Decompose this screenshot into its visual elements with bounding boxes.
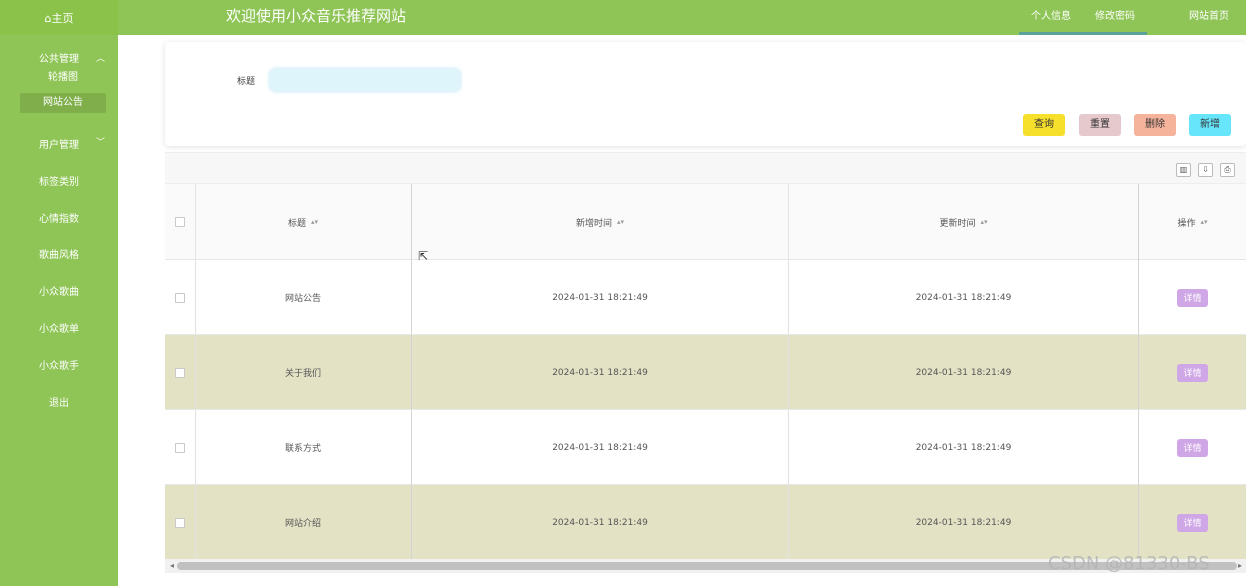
column-header-updated[interactable]: 更新时间 ▴▾ bbox=[789, 184, 1138, 260]
sort-icon[interactable]: ▴▾ bbox=[617, 218, 624, 226]
sidebar-item-niche-singers[interactable]: 小众歌手 bbox=[0, 357, 118, 372]
column-divider bbox=[788, 184, 789, 560]
sidebar-item-song-style[interactable]: 歌曲风格 bbox=[0, 246, 118, 261]
profile-link[interactable]: 个人信息 bbox=[1031, 0, 1071, 35]
table-toolbar: ▥ ⇩ ⎙ bbox=[165, 153, 1246, 184]
export-icon[interactable]: ⇩ bbox=[1198, 163, 1213, 177]
row-checkbox[interactable] bbox=[175, 442, 185, 453]
cell-title: 联系方式 bbox=[284, 444, 321, 454]
cell-created: 2024-01-31 18:21:49 bbox=[552, 367, 648, 378]
sidebar-item-niche-playlists[interactable]: 小众歌单 bbox=[0, 320, 118, 335]
column-divider bbox=[195, 184, 196, 560]
watermark: CSDN @81330-BS bbox=[1048, 553, 1210, 574]
row-checkbox[interactable] bbox=[175, 292, 185, 303]
sidebar: 公共管理 ︿ 轮播图 网站公告 用户管理 ﹀ 标签类别 心情指数 歌曲风格 小众… bbox=[0, 35, 118, 586]
select-all-checkbox-cell bbox=[165, 184, 195, 260]
cell-title: 网站介绍 bbox=[284, 519, 321, 529]
column-header-label: 更新时间 bbox=[939, 218, 976, 229]
site-title: 欢迎使用小众音乐推荐网站 bbox=[226, 7, 407, 25]
column-header-actions[interactable]: 操作 ▴▾ bbox=[1139, 184, 1246, 260]
row-checkbox-cell bbox=[165, 260, 195, 335]
detail-button[interactable]: 详情 bbox=[1177, 438, 1208, 457]
cell-actions: 详情 bbox=[1139, 335, 1246, 410]
cell-updated: 2024-01-31 18:21:49 bbox=[915, 517, 1012, 528]
chevron-up-icon: ︿ bbox=[96, 54, 106, 64]
sidebar-sub-notice[interactable]: 网站公告 bbox=[20, 93, 106, 113]
table-header: 标题 ▴▾ 新增时间 ▴▾ 更新时间 ▴▾ 操作 ▴▾ bbox=[165, 184, 1246, 260]
mouse-cursor-icon: ⇱ bbox=[418, 249, 429, 263]
print-icon[interactable]: ⎙ bbox=[1220, 163, 1235, 177]
row-checkbox-cell bbox=[165, 485, 195, 560]
sort-icon[interactable]: ▴▾ bbox=[980, 218, 987, 226]
cell-actions: 详情 bbox=[1139, 260, 1246, 335]
cell-title: 网站公告 bbox=[284, 294, 321, 304]
home-link[interactable]: ⌂主页 bbox=[0, 0, 118, 35]
sidebar-item-label: 用户管理 bbox=[39, 140, 79, 151]
table-row[interactable]: 网站公告 2024-01-31 18:21:49 2024-01-31 18:2… bbox=[165, 260, 1246, 335]
detail-button[interactable]: 详情 bbox=[1177, 288, 1208, 307]
select-all-checkbox[interactable] bbox=[175, 217, 185, 227]
delete-button[interactable]: 删除 bbox=[1134, 114, 1176, 136]
data-table: ▥ ⇩ ⎙ 标题 ▴▾ 新增时间 ▴▾ 更新时间 ▴▾ 操作 ▴▾ 网站公告 2024-… bbox=[165, 152, 1246, 572]
sidebar-item-label: 公共管理 bbox=[39, 54, 79, 65]
scroll-left-icon[interactable]: ◂ bbox=[170, 561, 174, 570]
row-checkbox-cell bbox=[165, 335, 195, 410]
row-checkbox-cell bbox=[165, 410, 195, 485]
column-header-label: 操作 bbox=[1177, 218, 1196, 229]
detail-button[interactable]: 详情 bbox=[1177, 513, 1208, 532]
cell-updated: 2024-01-31 18:21:49 bbox=[915, 442, 1012, 453]
table-row[interactable]: 联系方式 2024-01-31 18:21:49 2024-01-31 18:2… bbox=[165, 410, 1246, 485]
cell-created: 2024-01-31 18:21:49 bbox=[552, 292, 648, 303]
title-search-label: 标题 bbox=[237, 77, 256, 87]
cell-updated: 2024-01-31 18:21:49 bbox=[915, 367, 1012, 378]
sidebar-item-niche-songs[interactable]: 小众歌曲 bbox=[0, 283, 118, 298]
column-header-title[interactable]: 标题 ▴▾ bbox=[195, 184, 411, 260]
cell-updated: 2024-01-31 18:21:49 bbox=[915, 292, 1012, 303]
reset-button[interactable]: 重置 bbox=[1079, 114, 1121, 136]
cell-title: 关于我们 bbox=[284, 369, 321, 379]
column-header-created[interactable]: 新增时间 ▴▾ bbox=[412, 184, 788, 260]
top-header: ⌂主页 欢迎使用小众音乐推荐网站 个人信息 修改密码 网站首页 bbox=[0, 0, 1246, 35]
table-row[interactable]: 网站介绍 2024-01-31 18:21:49 2024-01-31 18:2… bbox=[165, 485, 1246, 560]
column-header-label: 标题 bbox=[287, 218, 306, 229]
sort-icon[interactable]: ▴▾ bbox=[311, 218, 318, 226]
cell-actions: 详情 bbox=[1139, 410, 1246, 485]
column-divider bbox=[1138, 184, 1139, 560]
cell-created: 2024-01-31 18:21:49 bbox=[552, 517, 648, 528]
search-panel: 标题 查询 重置 删除 新增 bbox=[165, 42, 1246, 146]
query-button[interactable]: 查询 bbox=[1023, 114, 1065, 136]
row-checkbox[interactable] bbox=[175, 367, 185, 378]
title-search-input[interactable] bbox=[270, 69, 460, 91]
table-row[interactable]: 关于我们 2024-01-31 18:21:49 2024-01-31 18:2… bbox=[165, 335, 1246, 410]
site-home-link[interactable]: 网站首页 bbox=[1189, 0, 1229, 35]
scroll-right-icon[interactable]: ▸ bbox=[1238, 561, 1242, 570]
row-checkbox[interactable] bbox=[175, 517, 185, 528]
sidebar-item-tag-category[interactable]: 标签类别 bbox=[0, 173, 118, 188]
add-button[interactable]: 新增 bbox=[1189, 114, 1231, 136]
cell-actions: 详情 bbox=[1139, 485, 1246, 560]
sidebar-item-mood-index[interactable]: 心情指数 bbox=[0, 210, 118, 225]
chevron-down-icon: ﹀ bbox=[96, 138, 106, 148]
sidebar-item-logout[interactable]: 退出 bbox=[0, 394, 118, 409]
column-divider bbox=[411, 184, 412, 560]
sidebar-sub-carousel[interactable]: 轮播图 bbox=[20, 70, 106, 86]
active-tab-underline bbox=[1019, 32, 1147, 35]
detail-button[interactable]: 详情 bbox=[1177, 363, 1208, 382]
columns-icon[interactable]: ▥ bbox=[1176, 163, 1191, 177]
sort-icon[interactable]: ▴▾ bbox=[1200, 218, 1207, 226]
change-password-link[interactable]: 修改密码 bbox=[1095, 0, 1135, 35]
cell-created: 2024-01-31 18:21:49 bbox=[552, 442, 648, 453]
column-header-label: 新增时间 bbox=[575, 218, 612, 229]
